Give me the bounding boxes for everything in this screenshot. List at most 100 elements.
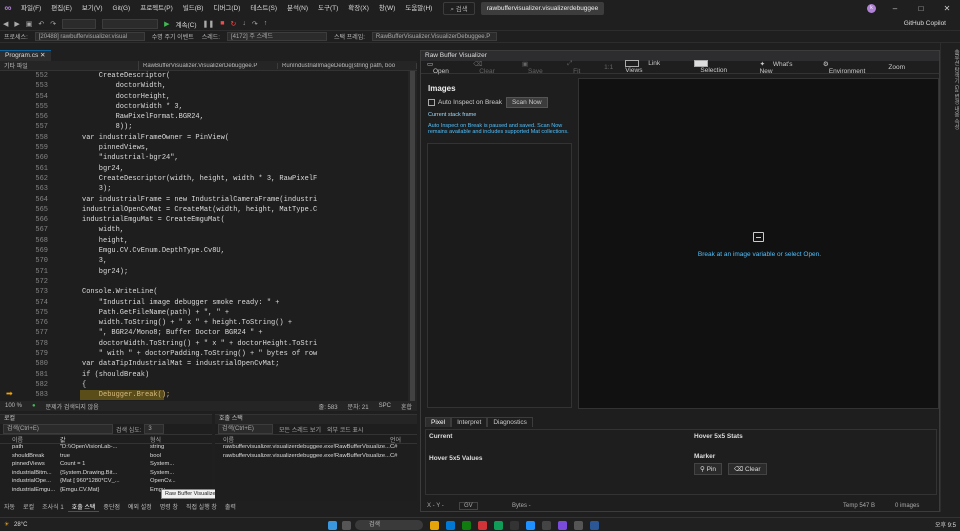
status-gv[interactable]: GV (459, 502, 478, 510)
scan-now-button[interactable]: Scan Now (505, 97, 548, 108)
tab-interpret[interactable]: Interpret (451, 417, 488, 427)
menu-item[interactable]: 편집(E) (46, 0, 77, 17)
depth-combo[interactable]: 3 (144, 424, 165, 434)
taskview-icon[interactable] (342, 521, 351, 530)
show-external-code[interactable]: 외부 코드 표시 (324, 425, 366, 434)
col-value[interactable]: 값 (60, 435, 150, 443)
undo-icon[interactable]: ↶ (35, 20, 47, 28)
callstack-search[interactable]: 검색(Ctrl+E) (218, 424, 273, 434)
image-list[interactable] (427, 143, 572, 408)
open-button[interactable]: ▭ Open (421, 60, 467, 75)
app8-icon[interactable] (590, 521, 599, 530)
save-button[interactable]: ▣ Save (516, 60, 561, 75)
auto-inspect-checkbox[interactable] (428, 99, 435, 106)
forward-icon[interactable]: ▶ (11, 20, 22, 28)
pin-button[interactable]: ⚲ Pin (694, 463, 722, 475)
stop-icon[interactable]: ■ (217, 20, 227, 27)
visual-studio-taskbar-icon[interactable] (558, 521, 567, 530)
restart-icon[interactable]: ↻ (228, 20, 240, 28)
tab-diagnostics[interactable]: Diagnostics (487, 417, 533, 427)
pane-tab[interactable]: 조사식 1 (38, 502, 68, 511)
spc-info[interactable]: SPC (374, 403, 396, 409)
config-combo[interactable] (62, 18, 97, 29)
app-icon[interactable] (462, 521, 471, 530)
close-icon[interactable]: ✕ (934, 0, 960, 17)
nav-project[interactable]: 기타 파일 (0, 61, 139, 70)
search-box[interactable]: ⌕ 검색 (443, 2, 475, 15)
continue-icon[interactable]: ▶ (161, 20, 172, 28)
menu-item[interactable]: 도움말(H) (400, 0, 437, 17)
nav-class[interactable]: RawBufferVisualizer.VisualizerDebuggee.P (139, 62, 278, 69)
marker-clear-button[interactable]: ⌫ Clear (728, 463, 767, 475)
stackframe-combo[interactable]: RawBufferVisualizer.VisualizerDebuggee.P (371, 32, 497, 41)
app7-icon[interactable] (574, 521, 583, 530)
menu-item[interactable]: 프로젝트(P) (135, 0, 178, 17)
locals-row[interactable]: shouldBreak true bool (0, 453, 212, 462)
minimize-icon[interactable]: – (882, 0, 908, 17)
menu-item[interactable]: 빌드(B) (178, 0, 209, 17)
col-type[interactable]: 형식 (150, 435, 190, 443)
tab-pixel[interactable]: Pixel (425, 417, 452, 427)
step-into-icon[interactable]: ↓ (239, 20, 249, 27)
locals-row[interactable]: pinnedViews Count = 1 System... (0, 461, 212, 470)
continue-button[interactable]: 계속(C) (173, 19, 200, 29)
edge-icon[interactable] (446, 521, 455, 530)
copilot-button[interactable]: GitHub Copilot (904, 17, 946, 31)
menu-item[interactable]: 도구(T) (313, 0, 343, 17)
locals-search[interactable]: 검색(Ctrl+E) (3, 424, 113, 434)
pane-tab[interactable]: 명령 창 (156, 502, 182, 511)
start-icon[interactable] (328, 521, 337, 530)
step-out-icon[interactable]: ↑ (261, 20, 271, 27)
menu-item[interactable]: 창(W) (374, 0, 400, 17)
maximize-icon[interactable]: □ (908, 0, 934, 17)
col-name[interactable]: 이름 (0, 435, 60, 443)
platform-combo[interactable] (102, 18, 159, 29)
app4-icon[interactable] (510, 521, 519, 530)
app3-icon[interactable] (494, 521, 503, 530)
lifecycle-label[interactable]: 수명 주기 이벤트 (148, 32, 198, 41)
pause-icon[interactable]: ❚❚ (200, 20, 218, 28)
locals-row[interactable]: path "D:\\OpenVisionLab-... string (0, 444, 212, 453)
app2-icon[interactable] (478, 521, 487, 530)
col-lang[interactable]: 언어 (390, 435, 401, 444)
zoom-level[interactable]: 100 % (0, 403, 27, 409)
clock[interactable]: 오후 9:5 (935, 520, 956, 529)
explorer-icon[interactable] (430, 521, 439, 530)
pane-tab[interactable]: 출력 (221, 502, 240, 511)
one-to-one-button[interactable]: 1:1 (598, 64, 619, 71)
menu-item[interactable]: 테스트(S) (245, 0, 282, 17)
locals-row[interactable]: industrialOpe... {Mat [ 960*1280*CV_... Op… (0, 478, 212, 487)
nav-member[interactable]: RunIndustrialImageDebug(string path, boo (278, 62, 417, 69)
redo-icon[interactable]: ↷ (47, 20, 59, 28)
app5-icon[interactable] (526, 521, 535, 530)
image-viewer[interactable]: Break at an image variable or select Ope… (578, 78, 939, 409)
show-all-threads[interactable]: 모든 스레드 보기 (276, 425, 324, 434)
issues-status[interactable]: 문제가 검색되지 않음 (41, 402, 104, 411)
app6-icon[interactable] (542, 521, 551, 530)
thread-combo[interactable]: [4172] 주 스레드 (226, 32, 327, 41)
pane-tab[interactable]: 자동 (0, 502, 19, 511)
whats-new-button[interactable]: ✦ What's New (754, 60, 817, 75)
selection-checkbox[interactable]: Selection (688, 59, 753, 74)
locals-row[interactable]: industrialBitm... {System.Drawing.Bit... S… (0, 470, 212, 479)
step-over-icon[interactable]: ↷ (249, 20, 261, 28)
pane-tab[interactable]: 예외 설정 (124, 502, 156, 511)
menu-item[interactable]: 분석(N) (282, 0, 313, 17)
line-ending-info[interactable]: 혼합 (396, 402, 417, 411)
code-area[interactable]: 552 CreateDescriptor(553 doctorWidth, 554… (0, 71, 408, 403)
save-icon[interactable]: ▣ (23, 20, 36, 28)
process-combo[interactable]: [20488] rawbuffervisualizer.visual (34, 32, 145, 41)
right-tool-rail[interactable]: 솔루션 탐색기 Git 변경 내용 속성 (940, 43, 960, 513)
environment-button[interactable]: ⚙ Environment (817, 60, 883, 75)
menu-item[interactable]: Git(G) (108, 0, 136, 17)
weather-label[interactable]: 28°C (14, 522, 27, 528)
tab-program-cs[interactable]: Program.cs ✕ (0, 50, 51, 61)
taskbar-search[interactable]: 검색 (355, 520, 423, 530)
menu-item[interactable]: 확장(X) (343, 0, 374, 17)
pane-tab[interactable]: 호출 스택 (67, 502, 100, 512)
pane-tab[interactable]: 중단점 (99, 502, 124, 511)
zoom-label[interactable]: Zoom (882, 64, 911, 71)
pane-tab[interactable]: 직접 실행 창 (182, 502, 221, 511)
menu-item[interactable]: 보기(V) (77, 0, 108, 17)
col-cs-name[interactable]: 이름 (215, 435, 390, 444)
